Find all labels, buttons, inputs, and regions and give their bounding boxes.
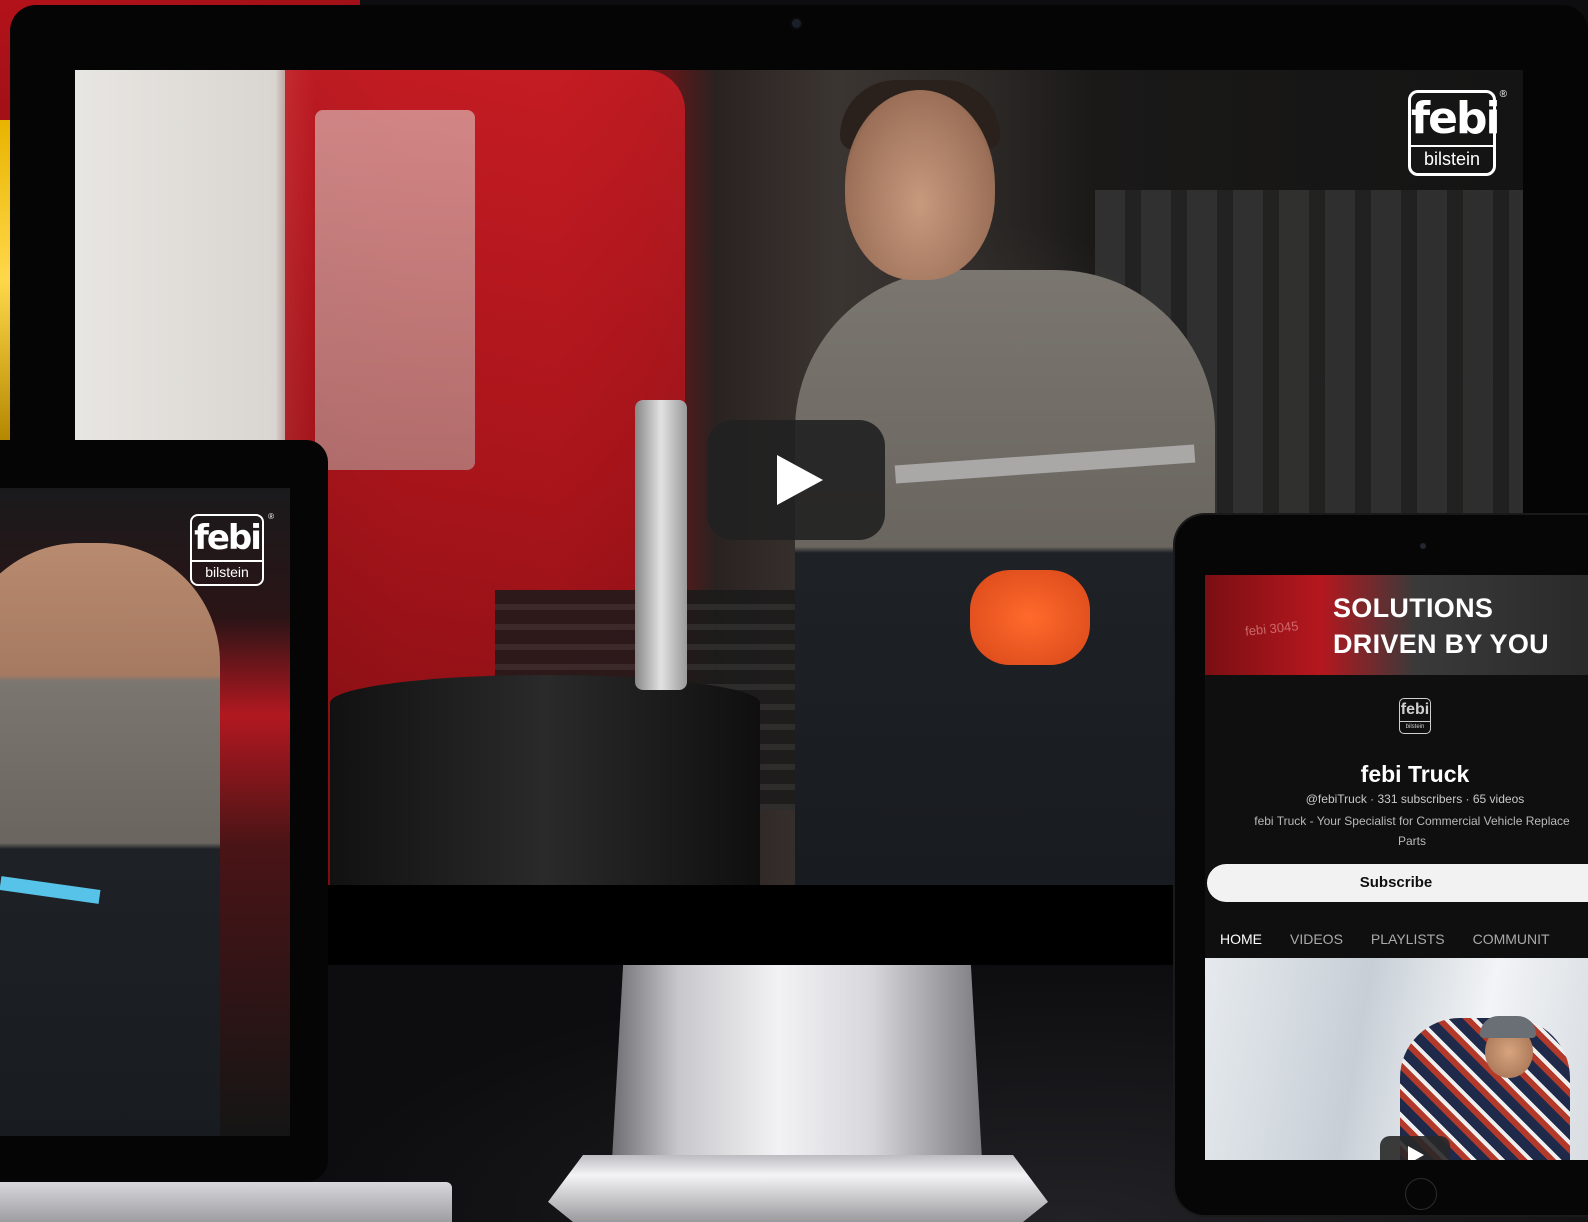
logo-main-text: febi [1411, 93, 1501, 144]
banner-line-1: SOLUTIONS [1333, 593, 1494, 623]
febi-bilstein-logo: febi bilstein ® [1408, 89, 1507, 176]
channel-stats: @febiTruck · 331 subscribers · 65 videos [1305, 792, 1525, 806]
tab-home[interactable]: HOME [1220, 931, 1262, 947]
banner-line-2: DRIVEN BY YOU [1333, 629, 1549, 659]
orange-glove-image [970, 570, 1090, 665]
monitor-stand-base [548, 1155, 1048, 1222]
laptop-base [0, 1182, 452, 1222]
tab-community[interactable]: COMMUNIT [1473, 931, 1550, 947]
registered-mark: ® [1499, 89, 1507, 100]
laptop-mechanic-image [0, 543, 220, 1136]
play-icon [1408, 1146, 1424, 1160]
tablet-camera [1420, 543, 1426, 549]
logo-sub-text: bilstein [1411, 145, 1493, 171]
youtube-channel-page: febi 3045 SOLUTIONS DRIVEN BY YOU febi b… [1205, 575, 1588, 1160]
oil-drum-image [330, 675, 760, 885]
febi-bilstein-logo: febi bilstein ® [190, 512, 274, 586]
registered-mark: ® [268, 512, 274, 521]
banner-headline: SOLUTIONS DRIVEN BY YOU [1333, 590, 1549, 662]
channel-banner: febi 3045 SOLUTIONS DRIVEN BY YOU [1205, 575, 1588, 675]
thumbnail-person-cap [1480, 1016, 1536, 1038]
mechanic-head-image [845, 90, 995, 280]
tab-videos[interactable]: VIDEOS [1290, 931, 1343, 947]
channel-description-line-1: febi Truck - Your Specialist for Commerc… [1254, 814, 1570, 828]
avatar-logo-sub: bilstein [1400, 721, 1430, 732]
laptop-screen-video[interactable]: febi bilstein ® [0, 488, 290, 1136]
video-play-button[interactable] [707, 420, 885, 540]
oil-pump-image [635, 400, 687, 690]
play-icon [777, 455, 823, 505]
logo-main-text: febi [194, 518, 262, 558]
channel-description-line-2: Parts [1397, 834, 1426, 848]
monitor-camera [792, 19, 801, 28]
channel-name: febi Truck [1360, 761, 1470, 787]
channel-tabs: HOME VIDEOS PLAYLISTS COMMUNIT [1220, 931, 1550, 947]
avatar-logo-main: febi [1400, 701, 1430, 718]
logo-sub-text: bilstein [192, 560, 262, 582]
channel-description[interactable]: febi Truck - Your Specialist for Commerc… [1205, 811, 1588, 851]
monitor-stand-neck [612, 965, 982, 1160]
banner-part-stamp: febi 3045 [1244, 618, 1300, 639]
truck-window-image [315, 110, 475, 470]
featured-video-thumbnail[interactable] [1205, 958, 1588, 1160]
tab-playlists[interactable]: PLAYLISTS [1371, 931, 1445, 947]
subscribe-button[interactable]: Subscribe [1207, 864, 1588, 902]
thumbnail-play-button[interactable] [1380, 1136, 1450, 1160]
channel-avatar-icon[interactable]: febi bilstein [1399, 698, 1431, 734]
tablet-home-button[interactable] [1405, 1178, 1437, 1210]
